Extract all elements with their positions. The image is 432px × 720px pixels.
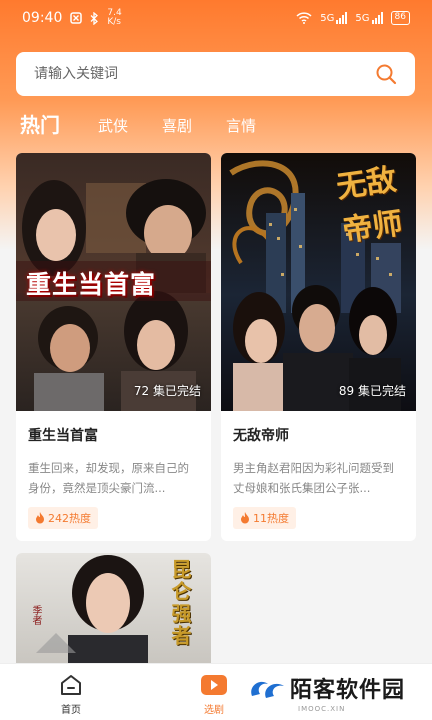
sim2-signal: 5G — [355, 12, 383, 24]
search-input[interactable] — [34, 66, 375, 82]
wifi-icon — [296, 12, 312, 24]
search-bar[interactable] — [16, 52, 415, 96]
drama-card[interactable]: 重生当首富 72 集已完结 重生当首富 重生回来，却发现，原来自己的身份，竟然是… — [16, 153, 211, 541]
heat-badge: 242热度 — [28, 507, 98, 529]
flame-icon — [36, 512, 44, 524]
watermark-logo-icon — [251, 681, 284, 698]
nav-home[interactable]: 首页 — [58, 672, 84, 716]
search-icon[interactable] — [375, 63, 397, 85]
tab-hot[interactable]: 热门 — [20, 109, 60, 140]
poster-title: 重生当首富 — [26, 270, 157, 299]
drama-description: 重生回来，却发现，原来自己的身份，竟然是顶尖豪门流... — [28, 461, 189, 495]
poster-stamp: 季者 — [30, 605, 41, 625]
drama-poster[interactable]: 昆仑强者 季者 — [16, 553, 211, 663]
notification-icon — [70, 12, 83, 24]
nav-home-label: 首页 — [61, 705, 81, 716]
tab-wuxia[interactable]: 武侠 — [98, 115, 128, 140]
nav-drama[interactable]: 选剧 — [200, 672, 228, 716]
sim1-signal: 5G — [320, 12, 348, 24]
home-icon — [61, 675, 81, 695]
net-speed-unit: K/s — [107, 17, 121, 27]
drama-poster[interactable]: 无敌帝师 89 集已完结 — [221, 153, 416, 411]
play-icon — [201, 675, 227, 695]
net-speed: 7.4 K/s — [107, 9, 121, 27]
drama-card[interactable]: 昆仑强者 季者 — [16, 553, 211, 663]
sim2-label: 5G — [355, 13, 370, 24]
drama-poster[interactable]: 重生当首富 72 集已完结 — [16, 153, 211, 411]
episode-count: 72 集已完结 — [133, 384, 201, 398]
watermark-subtext: IMOOC.XIN — [298, 705, 346, 713]
drama-description: 男主角赵君阳因为彩礼问题受到丈母娘和张氏集团公子张... — [233, 461, 394, 495]
tab-romance[interactable]: 言情 — [226, 115, 256, 140]
status-time: 09:40 — [22, 10, 63, 26]
sim1-label: 5G — [320, 13, 335, 24]
status-bar: 09:40 7.4 K/s 5G 5G 86 — [0, 0, 432, 36]
heat-badge: 11热度 — [233, 507, 296, 529]
flame-icon — [241, 512, 249, 524]
drama-title[interactable]: 无敌帝师 — [233, 425, 404, 445]
watermark: 陌客软件园 IMOOC.XIN — [246, 672, 406, 713]
poster-title: 昆仑强者 — [168, 559, 192, 647]
watermark-text: 陌客软件园 — [290, 678, 406, 703]
nav-drama-label: 选剧 — [204, 705, 224, 716]
bluetooth-icon — [90, 11, 99, 25]
drama-card[interactable]: 无敌帝师 89 集已完结 无敌帝师 男主角赵君阳因为彩礼问题受到丈母娘和张氏集团… — [221, 153, 416, 541]
poster-title: 无敌帝师 — [334, 162, 405, 249]
drama-title[interactable]: 重生当首富 — [28, 425, 199, 445]
tab-comedy[interactable]: 喜剧 — [162, 115, 192, 140]
episode-count: 89 集已完结 — [338, 384, 406, 398]
heat-value: 242热度 — [48, 512, 91, 525]
heat-value: 11热度 — [253, 512, 289, 525]
battery-icon: 86 — [390, 11, 410, 25]
category-tabs: 热门 武侠 喜剧 言情 — [20, 106, 290, 140]
